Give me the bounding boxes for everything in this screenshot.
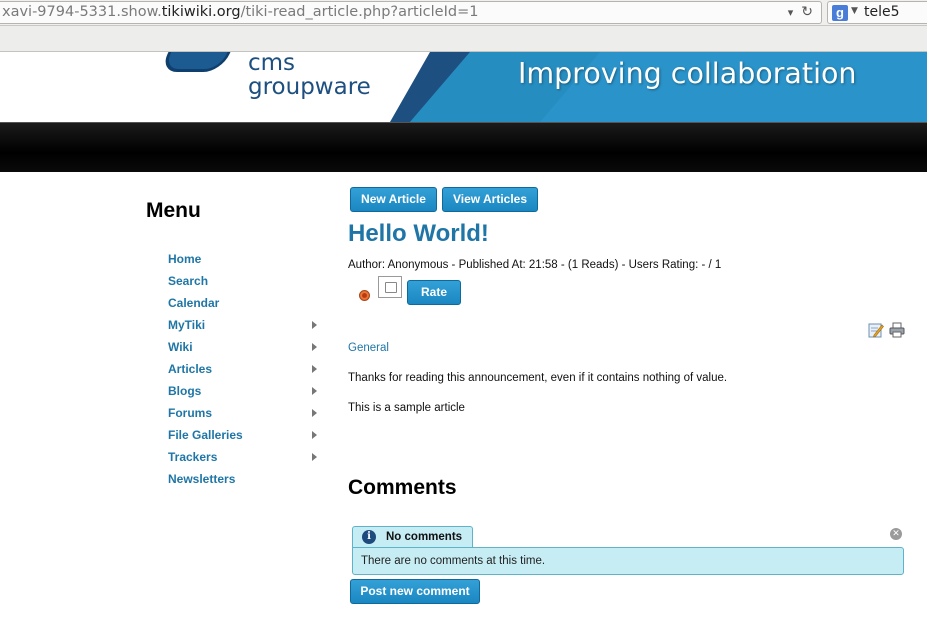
sidebar-item-label: Newsletters [168,472,236,486]
article-title: Hello World! [348,220,489,247]
logo-line-groupware: groupware [248,74,371,100]
logo-text[interactable]: cms groupware [248,52,371,99]
browser-toolbar: xavi-9794-5331.show.tikiwiki.org/tiki-re… [0,0,927,26]
view-articles-button[interactable]: View Articles [442,187,538,212]
new-article-button[interactable]: New Article [350,187,437,212]
expand-arrow-icon[interactable] [312,321,317,329]
no-comments-message: There are no comments at this time. [352,547,904,575]
sidebar-item-wiki[interactable]: Wiki [168,338,328,360]
article-paragraph: Thanks for reading this announcement, ev… [348,372,728,384]
bookmarks-bar [0,26,927,52]
expand-arrow-icon[interactable] [312,365,317,373]
expand-arrow-icon[interactable] [312,453,317,461]
sidebar-menu: Home Search Calendar MyTiki Wiki Article… [168,250,328,492]
site-banner: cms groupware Improving collaboration [0,52,927,122]
dropdown-arrow-icon[interactable]: ▾ [788,2,794,23]
engine-caret-icon[interactable]: ▼ [851,6,858,16]
logo-line-cms: cms [248,52,296,76]
sidebar-item-calendar[interactable]: Calendar [168,294,328,316]
close-icon[interactable]: ✕ [890,528,902,540]
sidebar-item-label: Forums [168,406,213,420]
sidebar-item-label: Blogs [168,384,202,398]
search-bar[interactable]: g ▼ tele5 [827,1,927,24]
top-navbar [0,122,927,172]
reload-icon[interactable]: ↻ [801,2,813,23]
search-engine-icon[interactable]: g [832,5,848,21]
no-comments-label: No comments [386,531,463,543]
url-prefix: xavi-9794-5331.show. [2,4,162,20]
expand-arrow-icon[interactable] [312,387,317,395]
article-meta: Author: Anonymous - Published At: 21:58 … [348,259,722,271]
sidebar-item-newsletters[interactable]: Newsletters [168,470,328,492]
menu-title: Menu [146,199,201,222]
sidebar-item-label: Home [168,252,202,266]
edit-icon[interactable] [868,322,884,338]
search-input[interactable]: tele5 [864,4,900,20]
rate-button[interactable]: Rate [407,280,461,305]
sidebar-item-label: Trackers [168,450,218,464]
sidebar-item-file-galleries[interactable]: File Galleries [168,426,328,448]
expand-arrow-icon[interactable] [312,431,317,439]
url-path: /tiki-read_article.php?articleId=1 [240,4,479,20]
sidebar-item-label: Articles [168,362,213,376]
sidebar-item-home[interactable]: Home [168,250,328,272]
sidebar-item-label: MyTiki [168,318,206,332]
url-domain: tikiwiki.org [161,4,241,20]
expand-arrow-icon[interactable] [312,409,317,417]
expand-arrow-icon[interactable] [312,343,317,351]
sidebar-item-label: Search [168,274,209,288]
article-category-link[interactable]: General [348,342,389,354]
sidebar-item-trackers[interactable]: Trackers [168,448,328,470]
no-comments-tab: i No comments [352,526,473,548]
info-icon: i [362,530,376,544]
comments-heading: Comments [348,476,457,499]
article-paragraph: This is a sample article [348,402,465,414]
sidebar-item-label: Calendar [168,296,220,310]
sidebar-item-blogs[interactable]: Blogs [168,382,328,404]
sidebar-item-articles[interactable]: Articles [168,360,328,382]
rating-radio[interactable] [359,290,370,301]
url-bar[interactable]: xavi-9794-5331.show.tikiwiki.org/tiki-re… [0,1,822,24]
post-new-comment-button[interactable]: Post new comment [350,579,480,604]
sidebar-item-mytiki[interactable]: MyTiki [168,316,328,338]
sidebar-item-label: Wiki [168,340,193,354]
sidebar-item-forums[interactable]: Forums [168,404,328,426]
broken-image-icon [378,276,402,298]
banner-tagline: Improving collaboration [518,57,857,90]
sidebar-item-search[interactable]: Search [168,272,328,294]
sidebar-item-label: File Galleries [168,428,243,442]
print-icon[interactable] [889,322,905,338]
